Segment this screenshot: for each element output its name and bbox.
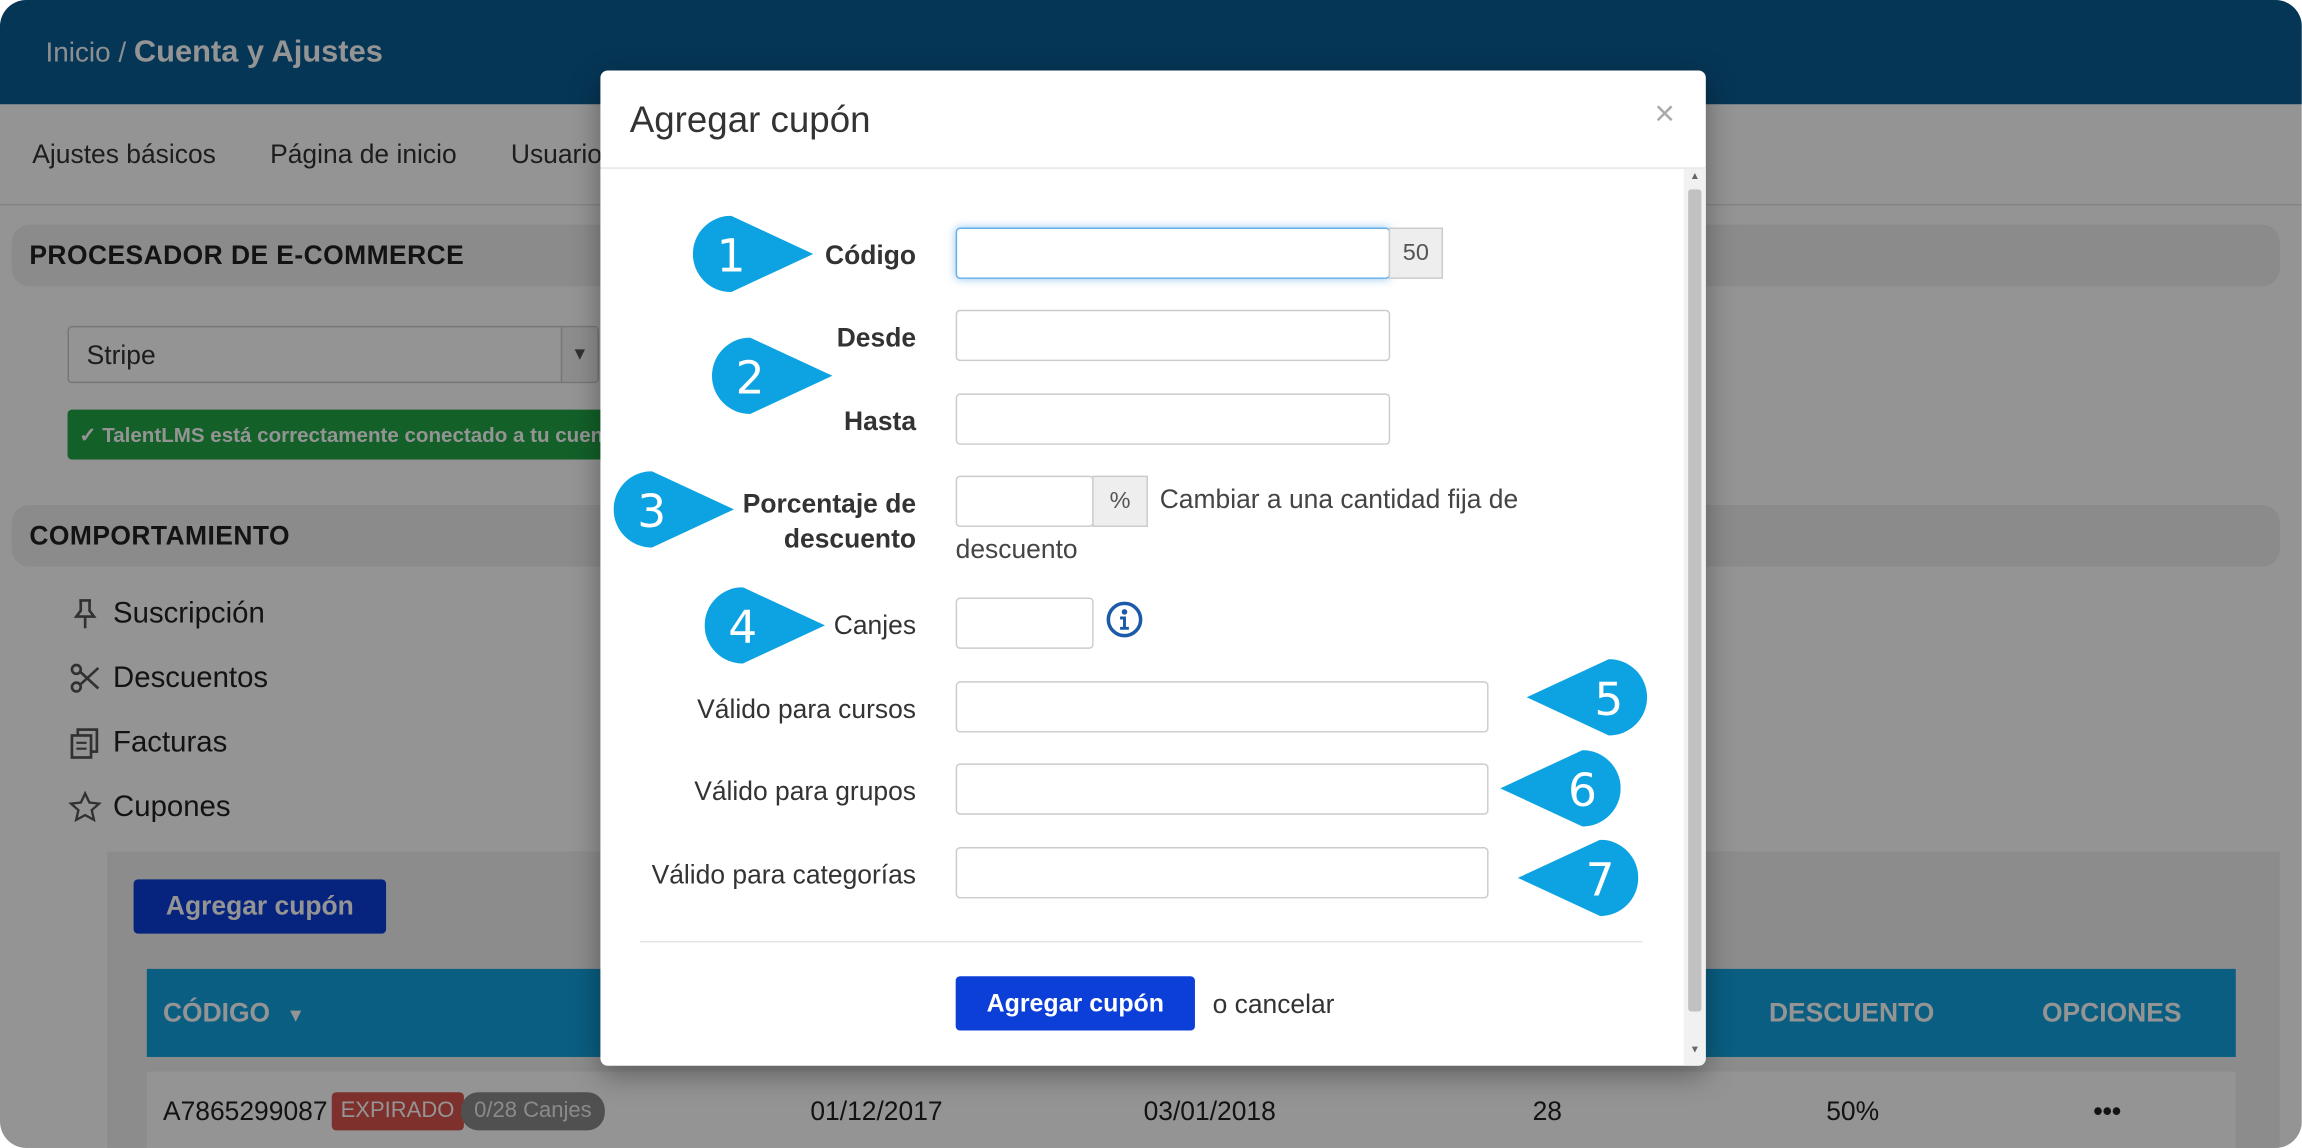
modal-divider [600,167,1706,169]
courses-label: Válido para cursos [697,694,917,724]
from-date-input[interactable] [955,309,1391,362]
scroll-up-arrow-icon[interactable]: ▲ [1684,172,1706,190]
callout-marker: 4 [704,587,834,664]
callout-marker: 6 [1491,750,1621,827]
redemptions-input[interactable] [955,597,1094,649]
modal-scrollbar[interactable]: ▲ ▼ [1683,168,1706,1066]
callout-marker: 1 [692,215,822,293]
submit-add-coupon-button[interactable]: Agregar cupón [955,976,1195,1031]
modal-footer-divider [640,940,1643,943]
callout-marker: 5 [1518,659,1648,736]
cancel-link[interactable]: o cancelar [1213,989,1335,1020]
modal-title: Agregar cupón [629,99,871,141]
percent-addon: % [1092,475,1148,528]
callout-marker: 2 [711,337,841,414]
categories-input[interactable] [955,847,1489,899]
callout-marker: 3 [613,471,743,548]
code-input[interactable] [955,227,1391,279]
to-date-input[interactable] [955,393,1391,445]
groups-label: Válido para grupos [694,776,917,806]
courses-input[interactable] [955,681,1489,733]
callout-marker: 7 [1509,839,1639,917]
switch-fixed-amount-link-line2[interactable]: descuento [956,534,1078,565]
code-char-counter: 50 [1388,227,1444,279]
info-icon[interactable] [1105,600,1143,638]
close-icon[interactable]: × [1654,94,1675,135]
app-window: Inicio / Cuenta y Ajustes Ajustes básico… [0,0,2302,1148]
scrollbar-thumb[interactable] [1688,189,1702,1012]
groups-input[interactable] [955,763,1489,815]
categories-label: Válido para categorías [651,860,917,890]
discount-percent-input[interactable] [955,475,1094,528]
switch-fixed-amount-link-line1[interactable]: Cambiar a una cantidad fija de [1160,484,1518,515]
scroll-down-arrow-icon[interactable]: ▼ [1684,1045,1706,1063]
